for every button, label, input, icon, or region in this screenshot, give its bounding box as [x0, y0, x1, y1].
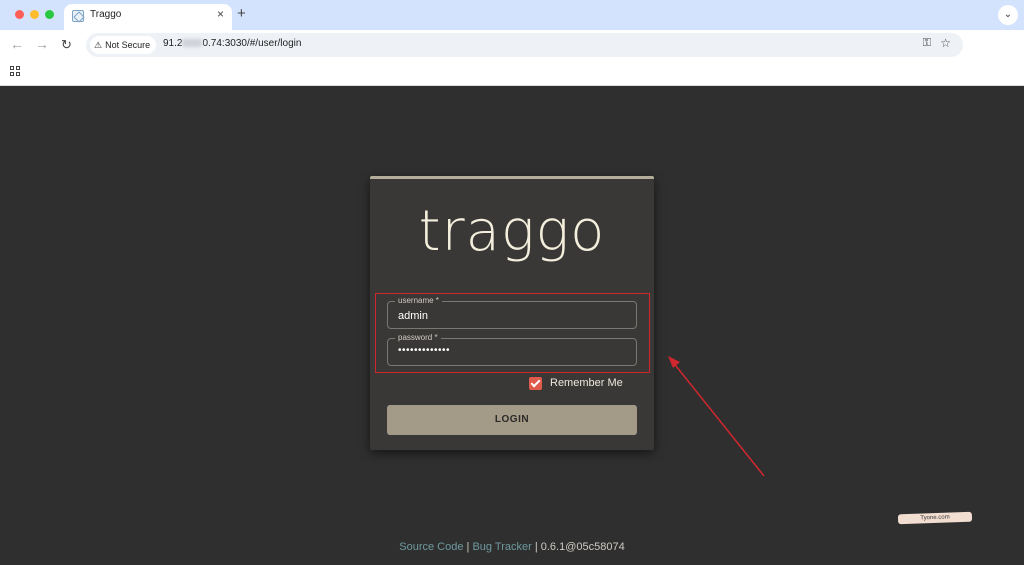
maximize-window-button[interactable]	[45, 10, 54, 19]
redacted-ip-segment	[182, 39, 203, 48]
apps-grid-icon[interactable]	[10, 66, 20, 76]
password-field[interactable]: password * •••••••••••••	[387, 333, 637, 366]
new-tab-button[interactable]: +	[237, 5, 246, 22]
tab-search-chevron-icon[interactable]: ⌄	[998, 5, 1018, 25]
url-prefix: 91.2	[163, 38, 183, 49]
source-code-link[interactable]: Source Code	[399, 541, 463, 553]
security-indicator[interactable]: ⚠ Not Secure	[90, 36, 157, 54]
footer: Source Code | Bug Tracker | 0.6.1@05c580…	[0, 541, 1024, 553]
url-suffix: 0.74:3030/#/user/login	[202, 38, 302, 49]
page-background: traggo username * admin password * •••••…	[0, 86, 1024, 565]
browser-tab-bar: Traggo × + ⌄	[0, 0, 1024, 30]
forward-arrow-icon[interactable]: →	[35, 36, 49, 52]
login-card: traggo username * admin password * •••••…	[370, 176, 654, 450]
bookmarks-bar	[0, 60, 1024, 86]
password-label: password *	[395, 333, 441, 343]
close-window-button[interactable]	[15, 10, 24, 19]
app-logo: traggo	[418, 199, 606, 264]
reload-icon[interactable]: ↻	[61, 37, 72, 53]
username-label: username *	[395, 296, 442, 306]
address-bar[interactable]: ⚠ Not Secure 91.2 0.74:3030/#/user/login ⚿…	[86, 33, 963, 57]
login-button[interactable]: LOGIN	[387, 405, 637, 435]
bookmark-star-icon[interactable]: ☆	[940, 36, 951, 50]
username-value[interactable]: admin	[398, 310, 428, 322]
warning-triangle-icon: ⚠	[94, 40, 103, 50]
remember-me-checkbox[interactable]	[529, 377, 542, 390]
watermark: Tyone.com	[897, 511, 973, 525]
browser-tab[interactable]: Traggo ×	[64, 4, 232, 30]
bug-tracker-link[interactable]: Bug Tracker	[472, 541, 531, 553]
browser-toolbar: ← → ↻ ⚠ Not Secure 91.2 0.74:3030/#/user/l…	[0, 30, 1024, 81]
back-arrow-icon[interactable]: ←	[10, 36, 24, 52]
security-label: Not Secure	[105, 40, 151, 50]
username-field[interactable]: username * admin	[387, 296, 637, 329]
remember-me-label: Remember Me	[550, 377, 623, 389]
tab-close-icon[interactable]: ×	[217, 7, 224, 21]
url-text[interactable]: 91.2 0.74:3030/#/user/login	[163, 38, 301, 49]
traggo-favicon-icon	[72, 10, 84, 22]
password-key-icon[interactable]: ⚿	[923, 37, 931, 50]
password-value[interactable]: •••••••••••••	[398, 345, 450, 356]
version-text: | 0.6.1@05c58074	[534, 541, 625, 553]
minimize-window-button[interactable]	[30, 10, 39, 19]
tab-title: Traggo	[90, 9, 122, 20]
footer-separator: |	[466, 541, 470, 553]
